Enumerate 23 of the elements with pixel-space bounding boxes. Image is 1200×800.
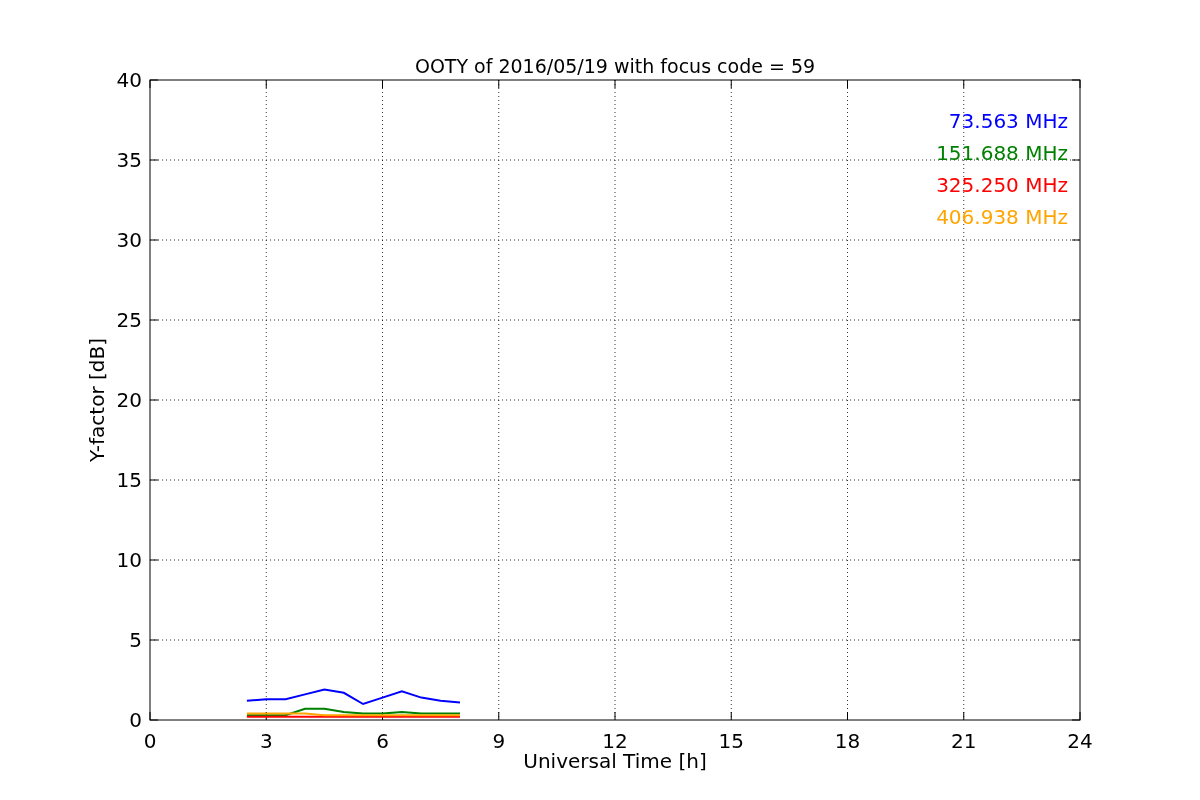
y-tick-label: 25	[116, 308, 142, 332]
y-tick-label: 30	[116, 228, 142, 252]
y-tick-label: 35	[116, 148, 142, 172]
chart-title: OOTY of 2016/05/19 with focus code = 59	[414, 55, 816, 77]
y-tick-label: 0	[129, 708, 142, 732]
x-tick-label: 15	[718, 729, 744, 753]
x-tick-label: 21	[951, 729, 977, 753]
y-tick-label: 5	[129, 628, 142, 652]
legend-label: 151.688 MHz	[936, 141, 1068, 165]
x-tick-label: 0	[143, 729, 157, 753]
y-tick-label: 15	[116, 468, 142, 492]
y-tick-label: 10	[116, 548, 142, 572]
y-tick-label: 20	[116, 388, 142, 412]
x-tick-label: 9	[492, 729, 506, 753]
x-tick-label: 24	[1067, 729, 1093, 753]
legend-label: 325.250 MHz	[936, 173, 1068, 197]
x-tick-label: 18	[834, 729, 861, 753]
y-axis-label: Y-factor [dB]	[85, 338, 109, 462]
y-tick-label: 40	[116, 68, 142, 92]
x-tick-label: 6	[376, 729, 389, 753]
legend-label: 406.938 MHz	[936, 205, 1068, 229]
legend-label: 73.563 MHz	[948, 109, 1068, 133]
x-tick-label: 3	[259, 729, 273, 753]
